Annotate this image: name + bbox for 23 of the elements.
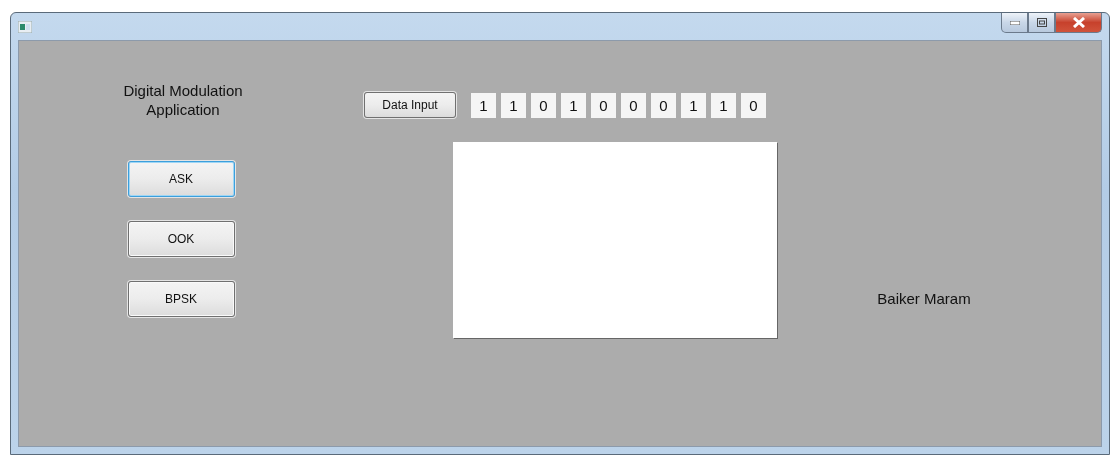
- bit-field: 0: [591, 92, 616, 118]
- bit-field: 1: [681, 92, 706, 118]
- bit-field: 1: [471, 92, 496, 118]
- bit-field: 1: [561, 92, 586, 118]
- author-name: Baiker Maram: [877, 290, 971, 307]
- bit-field: 0: [531, 92, 556, 118]
- bit-field: 0: [741, 92, 766, 118]
- data-input-button[interactable]: Data Input: [364, 92, 456, 118]
- modulation-button[interactable]: ASK: [127, 161, 235, 197]
- bit-field: 0: [621, 92, 646, 118]
- maximize-button[interactable]: [1028, 13, 1055, 33]
- maximize-icon: [1036, 18, 1047, 27]
- close-icon: [1071, 17, 1086, 28]
- bit-field: 1: [501, 92, 526, 118]
- bit-field: 0: [651, 92, 676, 118]
- minimize-button[interactable]: [1001, 13, 1028, 33]
- app-icon: [18, 21, 32, 33]
- minimize-icon: [1009, 20, 1020, 25]
- bit-field: 1: [711, 92, 736, 118]
- modulation-button[interactable]: BPSK: [127, 281, 235, 317]
- close-button[interactable]: [1055, 13, 1102, 33]
- app-title: Digital Modulation Application: [122, 81, 244, 119]
- modulation-button[interactable]: OOK: [127, 221, 235, 257]
